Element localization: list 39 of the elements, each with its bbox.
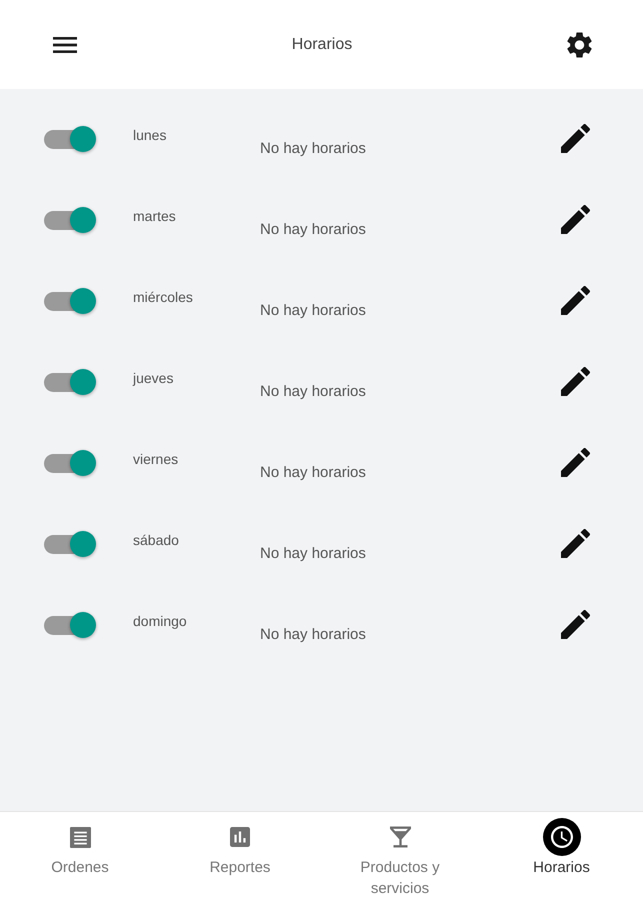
nav-tab[interactable]: Productos y servicios [320, 812, 480, 900]
edit-icon[interactable] [561, 448, 590, 477]
edit-icon[interactable] [561, 367, 590, 396]
toggle-switch[interactable] [44, 368, 96, 394]
day-label: viernes [133, 450, 178, 466]
toggle-switch[interactable] [44, 288, 96, 314]
day-label: martes [133, 208, 176, 224]
day-label: lunes [133, 126, 166, 142]
toggle-switch[interactable] [44, 206, 96, 232]
schedule-status: No hay horarios [260, 220, 366, 240]
day-label: jueves [133, 370, 174, 386]
nav-tab[interactable]: Reportes [160, 812, 320, 900]
day-label: miércoles [133, 288, 193, 304]
day-label: sábado [133, 532, 179, 548]
menu-icon[interactable] [53, 36, 77, 54]
edit-icon[interactable] [561, 529, 590, 558]
edit-icon[interactable] [561, 124, 590, 153]
cocktail-glass-icon [390, 826, 410, 848]
list-icon [70, 826, 90, 848]
day-label: domingo [133, 612, 187, 628]
schedule-status: No hay horarios [260, 544, 366, 564]
nav-tab[interactable]: Ordenes [0, 812, 160, 900]
edit-icon[interactable] [561, 286, 590, 315]
schedule-status: No hay horarios [260, 139, 366, 160]
edit-icon[interactable] [561, 610, 590, 639]
settings-icon[interactable] [567, 32, 592, 58]
nav-tab[interactable]: Horarios [480, 812, 643, 900]
toggle-switch[interactable] [44, 450, 96, 476]
toggle-switch[interactable] [44, 530, 96, 556]
toggle-switch[interactable] [44, 612, 96, 638]
page-title: Horarios [292, 34, 352, 54]
schedule-status: No hay horarios [260, 382, 366, 402]
schedule-status: No hay horarios [260, 301, 366, 322]
toggle-switch[interactable] [44, 126, 96, 152]
bar-chart-icon [230, 827, 250, 847]
edit-icon[interactable] [561, 205, 590, 234]
clock-icon [542, 818, 580, 856]
schedule-status: No hay horarios [260, 625, 366, 646]
schedule-status: No hay horarios [260, 463, 366, 484]
